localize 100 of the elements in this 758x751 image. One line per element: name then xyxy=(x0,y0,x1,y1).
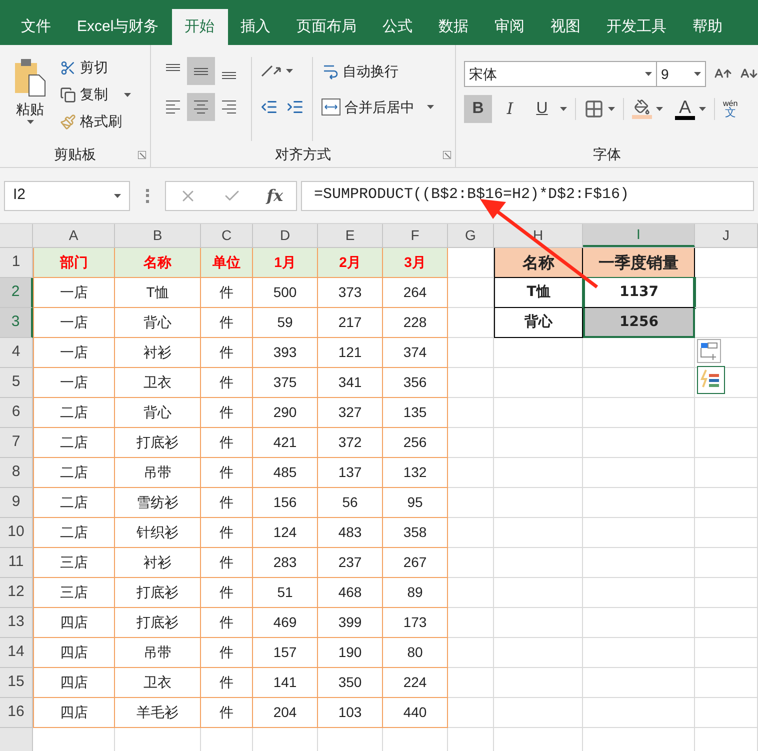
dialog-launcher-icon[interactable] xyxy=(443,151,451,159)
table-cell: 124 xyxy=(253,518,318,548)
empty-cell xyxy=(448,398,494,428)
row-header[interactable]: 8 xyxy=(0,458,33,488)
horizontal-align-button[interactable] xyxy=(186,93,215,121)
ribbon-tab[interactable]: 开发工具 xyxy=(594,9,680,45)
caret-icon xyxy=(699,107,706,111)
column-header[interactable]: E xyxy=(318,224,383,247)
group-label: 对齐方式 xyxy=(274,144,331,164)
format-painter-button[interactable]: 格式刷 xyxy=(60,111,131,132)
bold-button[interactable]: B xyxy=(464,95,492,123)
empty-cell xyxy=(448,548,494,578)
wrap-text-button[interactable]: 自动换行 xyxy=(320,57,434,85)
font-name-field[interactable]: 宋体 xyxy=(464,61,657,87)
empty-cell xyxy=(448,698,494,728)
font-color-button[interactable]: A xyxy=(675,98,695,120)
paste-options-icon[interactable] xyxy=(697,339,721,363)
table-cell: 四店 xyxy=(33,638,115,668)
increase-indent-icon[interactable] xyxy=(286,98,304,116)
table-cell: 341 xyxy=(318,368,383,398)
empty-cell xyxy=(448,278,494,308)
flash-fill-icon[interactable] xyxy=(697,366,725,394)
row-header[interactable]: 11 xyxy=(0,548,33,578)
row-header[interactable]: 5 xyxy=(0,368,33,398)
caret-icon xyxy=(645,72,652,76)
table-cell: 372 xyxy=(318,428,383,458)
ribbon-tab[interactable]: Excel与财务 xyxy=(64,9,172,45)
row-header[interactable]: 12 xyxy=(0,578,33,608)
borders-icon[interactable] xyxy=(584,99,604,119)
row-header[interactable]: 16 xyxy=(0,698,33,728)
table-cell: 374 xyxy=(383,338,448,368)
insert-function-button[interactable]: fx xyxy=(266,184,284,208)
row-header[interactable]: 4 xyxy=(0,338,33,368)
column-header[interactable]: C xyxy=(201,224,253,247)
row-header[interactable]: 10 xyxy=(0,518,33,548)
name-box[interactable]: I2 xyxy=(4,180,130,210)
table-cell: 吊带 xyxy=(115,638,201,668)
group-label: 剪贴板 xyxy=(54,144,96,164)
row-header[interactable]: 15 xyxy=(0,668,33,698)
column-header[interactable]: B xyxy=(115,224,201,247)
table-cell: 衬衫 xyxy=(115,548,201,578)
row-header[interactable]: 9 xyxy=(0,488,33,518)
copy-button[interactable]: 复制 xyxy=(60,84,131,105)
italic-button[interactable]: I xyxy=(496,95,524,123)
cut-button[interactable]: 剪切 xyxy=(60,57,131,78)
row-header[interactable]: 14 xyxy=(0,638,33,668)
align-top-icon xyxy=(166,64,180,70)
ribbon-tab[interactable]: 页面布局 xyxy=(284,9,370,45)
font-size-field[interactable]: 9 xyxy=(657,61,706,87)
column-header[interactable]: G xyxy=(448,224,494,247)
scissors-icon xyxy=(60,60,76,76)
column-header[interactable]: A xyxy=(33,224,115,247)
table-cell: 三店 xyxy=(33,578,115,608)
column-header[interactable]: F xyxy=(383,224,448,247)
column-header[interactable]: D xyxy=(253,224,318,247)
caret-icon xyxy=(286,69,293,73)
dialog-launcher-icon[interactable] xyxy=(138,151,146,159)
empty-cell xyxy=(695,518,758,548)
table-cell: 440 xyxy=(383,698,448,728)
row-header[interactable]: 2 xyxy=(0,278,33,308)
decrease-indent-icon[interactable] xyxy=(260,98,278,116)
phonetic-button[interactable]: wén 文 xyxy=(723,100,738,118)
table-cell: 件 xyxy=(201,458,253,488)
empty-cell xyxy=(448,338,494,368)
ribbon-tab[interactable]: 帮助 xyxy=(680,9,736,45)
table-cell: 打底衫 xyxy=(115,608,201,638)
table-cell: 290 xyxy=(253,398,318,428)
ribbon-tab[interactable]: 视图 xyxy=(538,9,594,45)
caret-icon xyxy=(114,194,121,198)
header-cell: 一季度销量 xyxy=(583,248,695,278)
fill-color-button[interactable] xyxy=(632,99,652,119)
table-cell: 二店 xyxy=(33,398,115,428)
column-header[interactable]: J xyxy=(695,224,758,247)
row-header[interactable]: 13 xyxy=(0,608,33,638)
vertical-align-button[interactable] xyxy=(186,57,215,85)
empty-cell xyxy=(448,428,494,458)
ribbon-tab[interactable]: 数据 xyxy=(426,9,482,45)
table-cell: 217 xyxy=(318,308,383,338)
column-header[interactable]: I xyxy=(583,224,695,247)
empty-cell xyxy=(695,488,758,518)
table-cell: 137 xyxy=(318,458,383,488)
caret-icon xyxy=(26,120,34,124)
table-cell: 500 xyxy=(253,278,318,308)
formula-field[interactable]: =SUMPRODUCT((B$2:B$16=H2)*D$2:F$16) xyxy=(301,180,754,210)
row-header[interactable]: 7 xyxy=(0,428,33,458)
empty-cell xyxy=(695,698,758,728)
underline-button[interactable]: U xyxy=(528,95,556,123)
ribbon-tab[interactable]: 审阅 xyxy=(482,9,538,45)
paste-button[interactable]: 粘贴 xyxy=(8,53,52,141)
row-header[interactable]: 3 xyxy=(0,308,33,338)
ribbon-tab[interactable]: 公式 xyxy=(370,9,426,45)
merge-center-button[interactable]: 合并后居中 xyxy=(320,93,434,121)
empty-cell xyxy=(448,668,494,698)
ribbon-tab[interactable]: 开始 xyxy=(172,9,228,45)
ribbon-tab[interactable]: 文件 xyxy=(8,9,64,45)
ribbon-tab[interactable]: 插入 xyxy=(228,9,284,45)
table-cell: 卫衣 xyxy=(115,368,201,398)
row-header[interactable]: 6 xyxy=(0,398,33,428)
table-cell: 件 xyxy=(201,578,253,608)
row-header[interactable]: 1 xyxy=(0,248,33,278)
